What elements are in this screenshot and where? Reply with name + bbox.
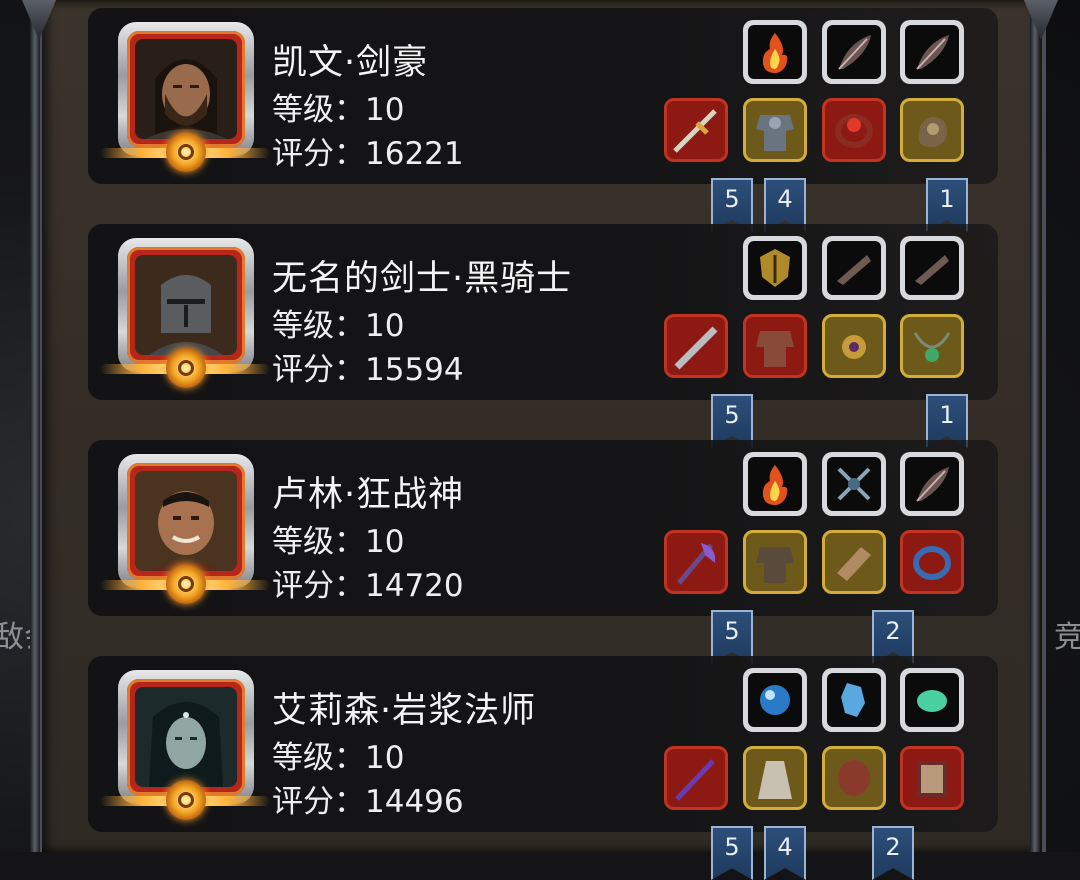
hero-name: 卢林·狂战神 <box>272 475 465 515</box>
panel-frame-left <box>30 0 40 852</box>
star-rank-ribbon: 4 <box>764 826 806 880</box>
star-rank-ribbon: 5 <box>711 826 753 880</box>
blade-skill-icon[interactable] <box>822 236 886 300</box>
berserker-portrait <box>135 471 237 571</box>
long-haired-warrior-portrait <box>135 39 237 139</box>
spellbook-icon[interactable] <box>900 746 964 810</box>
jade-stone-skill-icon[interactable] <box>900 668 964 732</box>
orb-skill-icon[interactable] <box>743 668 807 732</box>
axe-icon[interactable] <box>664 530 728 594</box>
hero-score: 评分：14720 <box>272 568 464 604</box>
rank-sun-icon <box>166 132 206 172</box>
panel-frame-right <box>1030 0 1040 852</box>
right-side-tab-label[interactable]: 竞 <box>1054 612 1080 656</box>
gauntlet-icon[interactable] <box>900 98 964 162</box>
hero-name: 凯文·剑豪 <box>272 43 429 83</box>
iron-helmet-portrait <box>135 255 237 355</box>
star-rank-ribbon: 2 <box>872 826 914 880</box>
hero-level: 等级：10 <box>272 524 405 560</box>
hero-score: 评分：16221 <box>272 136 464 172</box>
fire-skill-icon[interactable] <box>743 20 807 84</box>
feather-skill-icon[interactable] <box>822 20 886 84</box>
ring-icon[interactable] <box>900 530 964 594</box>
feather-skill-icon[interactable] <box>900 20 964 84</box>
hooded-mage-portrait <box>135 687 237 787</box>
sword-icon[interactable] <box>664 98 728 162</box>
hero-level: 等级：10 <box>272 308 405 344</box>
hero-name: 艾莉森·岩浆法师 <box>272 691 537 731</box>
bracer-icon[interactable] <box>822 746 886 810</box>
hero-level: 等级：10 <box>272 92 405 128</box>
amulet-icon[interactable] <box>822 314 886 378</box>
hero-level: 等级：10 <box>272 740 405 776</box>
blade-skill-icon[interactable] <box>900 236 964 300</box>
hero-score: 评分：15594 <box>272 352 464 388</box>
ring-icon[interactable] <box>822 98 886 162</box>
staff-icon[interactable] <box>664 746 728 810</box>
greatsword-icon[interactable] <box>664 314 728 378</box>
rank-sun-icon <box>166 780 206 820</box>
bracer-icon[interactable] <box>822 530 886 594</box>
ice-crystal-skill-icon[interactable] <box>822 668 886 732</box>
crossed-weapons-skill-icon[interactable] <box>822 452 886 516</box>
armor-icon[interactable] <box>743 98 807 162</box>
hero-name: 无名的剑士·黑骑士 <box>272 259 573 299</box>
feather-skill-icon[interactable] <box>900 452 964 516</box>
rank-sun-icon <box>166 564 206 604</box>
necklace-icon[interactable] <box>900 314 964 378</box>
rank-sun-icon <box>166 348 206 388</box>
chest-armor-icon[interactable] <box>743 530 807 594</box>
hero-score: 评分：14496 <box>272 784 464 820</box>
fire-skill-icon[interactable] <box>743 452 807 516</box>
golden-shield-skill-icon[interactable] <box>743 236 807 300</box>
plate-armor-icon[interactable] <box>743 314 807 378</box>
robe-icon[interactable] <box>743 746 807 810</box>
